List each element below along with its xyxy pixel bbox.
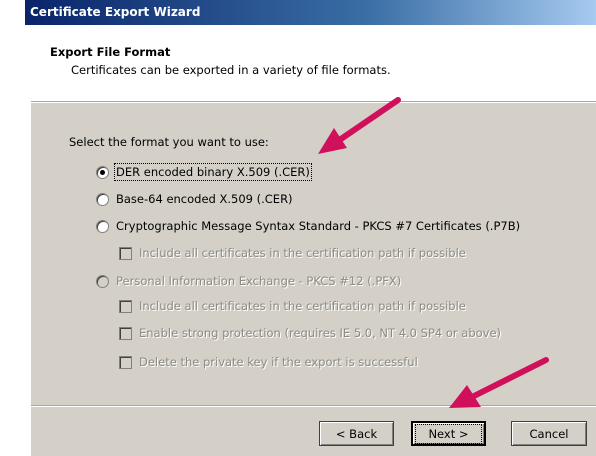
title-bar: Certificate Export Wizard <box>25 0 596 25</box>
checkbox-strong-protection-box[interactable] <box>119 326 132 340</box>
page-title: Export File Format <box>50 45 171 59</box>
radio-der-label: DER encoded binary X.509 (.CER) <box>114 163 312 181</box>
checkbox-pfx-include-all-label: Include all certificates in the certific… <box>139 299 466 313</box>
radio-der[interactable] <box>96 165 109 179</box>
cancel-button[interactable]: Cancel <box>511 421 587 446</box>
wizard-header: Export File Format Certificates can be e… <box>25 25 596 101</box>
wizard-window: Certificate Export Wizard Export File Fo… <box>25 0 596 456</box>
page-subtitle: Certificates can be exported in a variet… <box>71 63 391 77</box>
cancel-button-label: Cancel <box>529 426 569 441</box>
radio-pfx[interactable] <box>96 274 109 288</box>
radio-base64[interactable] <box>96 192 109 206</box>
checkbox-delete-private-key[interactable]: Delete the private key if the export is … <box>119 355 418 369</box>
radio-pfx-label: Personal Information Exchange - PKCS #12… <box>116 274 402 288</box>
radio-pfx-option[interactable]: Personal Information Exchange - PKCS #12… <box>96 274 401 288</box>
radio-base64-option[interactable]: Base-64 encoded X.509 (.CER) <box>96 192 293 206</box>
radio-pkcs7-label: Cryptographic Message Syntax Standard - … <box>116 219 521 233</box>
window-title: Certificate Export Wizard <box>30 5 201 19</box>
checkbox-delete-private-key-box[interactable] <box>119 355 132 369</box>
checkbox-pkcs7-include-all[interactable]: Include all certificates in the certific… <box>119 246 466 260</box>
checkbox-pfx-include-all[interactable]: Include all certificates in the certific… <box>119 299 466 313</box>
next-button[interactable]: Next > <box>411 421 486 446</box>
format-prompt: Select the format you want to use: <box>69 135 269 149</box>
radio-der-option[interactable]: DER encoded binary X.509 (.CER) <box>96 163 312 181</box>
checkbox-pfx-include-all-box[interactable] <box>119 299 132 313</box>
checkbox-strong-protection-label: Enable strong protection (requires IE 5.… <box>139 326 502 340</box>
radio-pkcs7-option[interactable]: Cryptographic Message Syntax Standard - … <box>96 219 520 233</box>
back-button[interactable]: < Back <box>319 421 394 446</box>
radio-base64-label: Base-64 encoded X.509 (.CER) <box>116 192 293 206</box>
back-button-label: < Back <box>335 426 378 441</box>
checkbox-pkcs7-include-all-label: Include all certificates in the certific… <box>139 246 466 260</box>
checkbox-delete-private-key-label: Delete the private key if the export is … <box>139 355 418 369</box>
checkbox-strong-protection[interactable]: Enable strong protection (requires IE 5.… <box>119 326 501 340</box>
next-button-label: Next > <box>415 423 482 444</box>
checkbox-pkcs7-include-all-box[interactable] <box>119 246 132 260</box>
radio-pkcs7[interactable] <box>96 219 109 233</box>
